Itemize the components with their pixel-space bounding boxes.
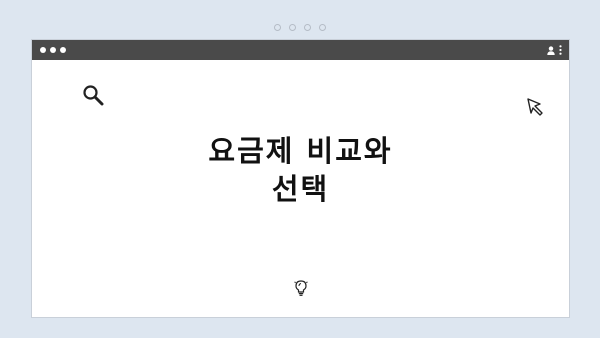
window-titlebar	[32, 40, 569, 60]
title-line-1: 요금제 비교와	[208, 134, 393, 168]
titlebar-actions	[547, 45, 562, 55]
page-indicator	[0, 24, 600, 31]
search-icon	[82, 84, 104, 110]
page-dot[interactable]	[289, 24, 296, 31]
maximize-light[interactable]	[60, 47, 66, 53]
page-dot[interactable]	[274, 24, 281, 31]
window-content: 요금제 비교와 선택	[32, 60, 569, 317]
minimize-light[interactable]	[50, 47, 56, 53]
browser-window: 요금제 비교와 선택	[31, 39, 570, 318]
title-line-2: 선택	[271, 172, 330, 206]
cursor-arrow-icon	[526, 97, 546, 121]
page-dot[interactable]	[304, 24, 311, 31]
user-icon[interactable]	[547, 45, 555, 55]
kebab-menu-icon[interactable]	[559, 45, 562, 55]
page-dot[interactable]	[319, 24, 326, 31]
close-light[interactable]	[40, 47, 46, 53]
lightbulb-icon	[294, 279, 308, 301]
window-controls	[40, 47, 66, 53]
page-title: 요금제 비교와 선택	[32, 132, 569, 208]
